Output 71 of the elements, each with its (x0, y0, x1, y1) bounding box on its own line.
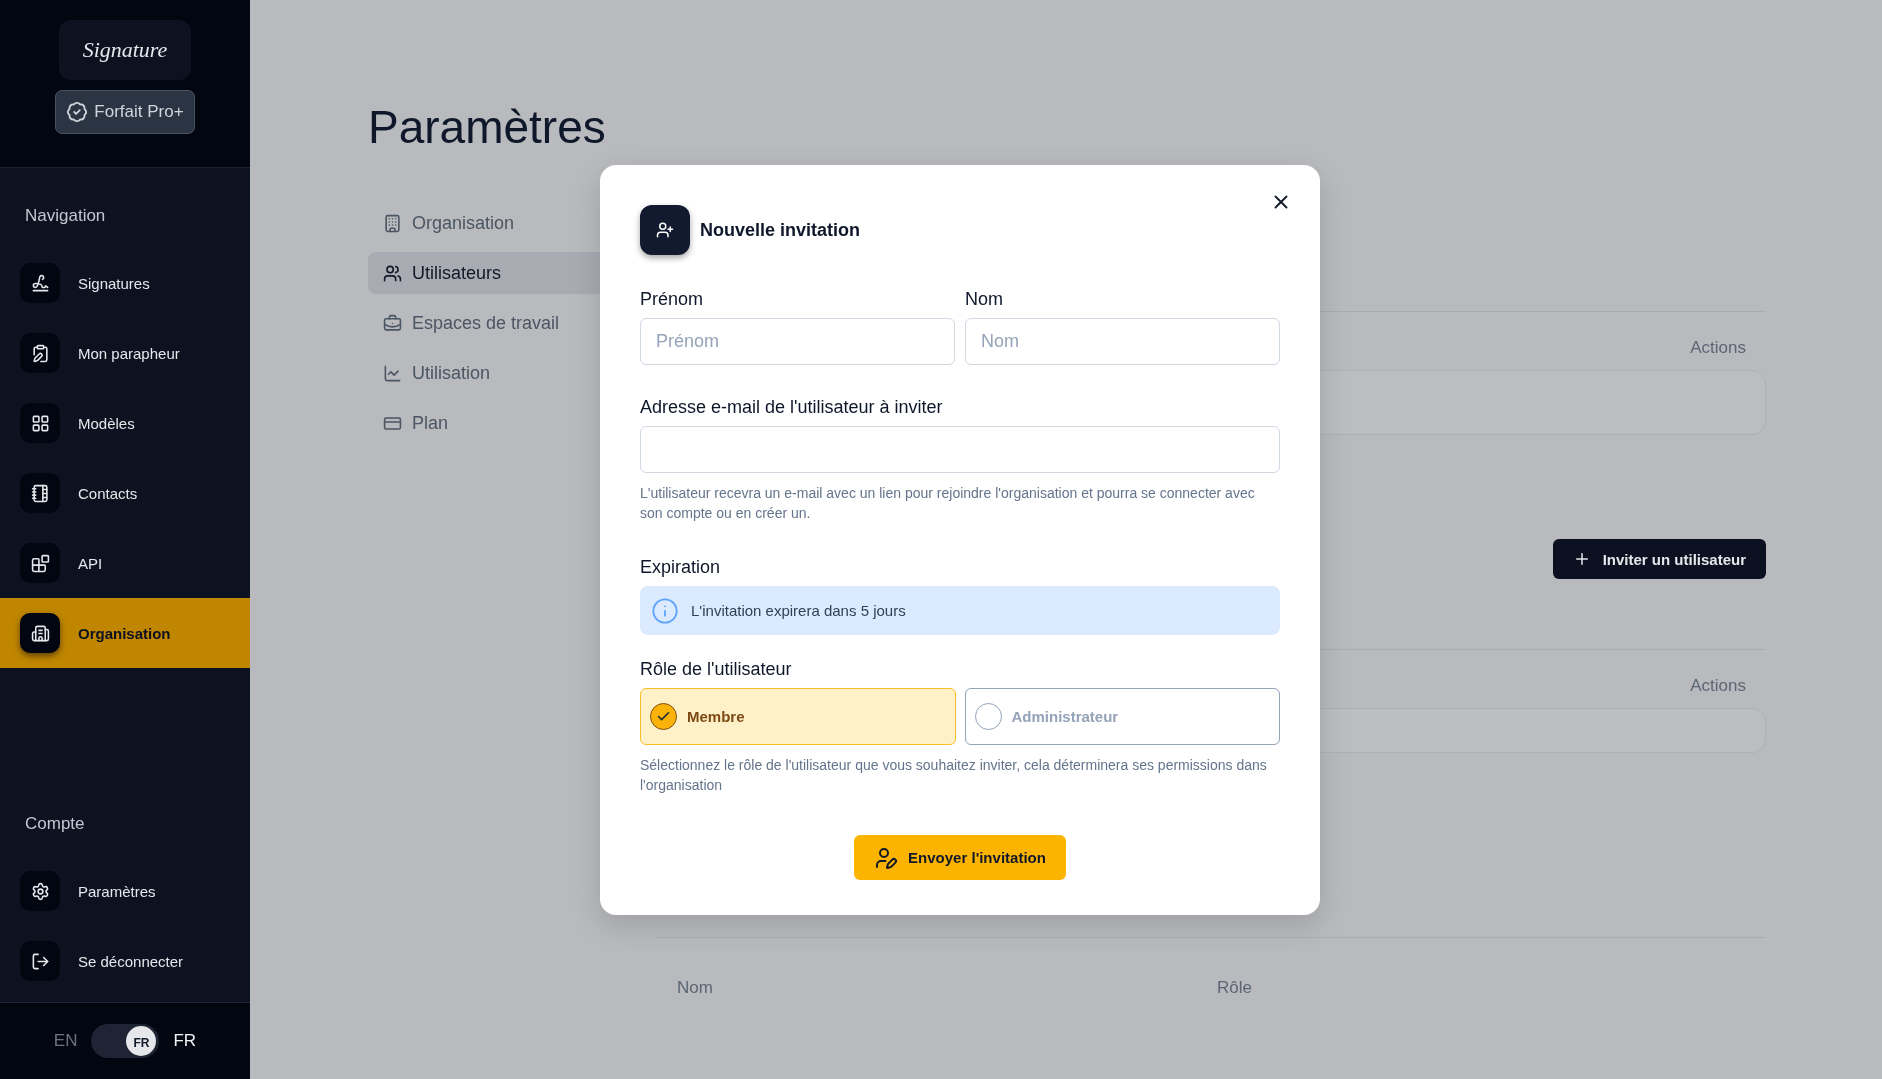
badge-check-icon (66, 101, 89, 123)
column-header: Actions (1690, 338, 1746, 358)
invite-user-button[interactable]: Inviter un utilisateur (1552, 539, 1766, 579)
sidebar-item-label: Contacts (78, 484, 138, 502)
info-text: L'invitation expirera dans 5 jours (691, 602, 906, 619)
sidebar-item[interactable]: Contacts (0, 458, 250, 528)
column-header: Nom (677, 978, 714, 998)
clipboard-pen-icon (30, 343, 50, 363)
sidebar-item-label: Organisation (78, 624, 171, 642)
sidebar-item[interactable]: Signatures (0, 248, 250, 318)
line-chart-icon (383, 363, 402, 383)
info-icon (651, 596, 679, 625)
settings-nav-item[interactable]: Organisation (368, 202, 608, 244)
settings-nav-item[interactable]: Plan (368, 402, 608, 444)
settings-nav-item[interactable]: Espaces de travail (368, 302, 608, 344)
settings-icon (30, 881, 50, 901)
building-icon (30, 623, 50, 643)
users-icon (383, 263, 402, 283)
notebook-icon (30, 483, 50, 503)
sidebar-item[interactable]: Se déconnecter (0, 926, 250, 996)
column-header: Rôle (1217, 978, 1253, 998)
sidebar-item[interactable]: Modèles (0, 388, 250, 458)
sidebar-item[interactable]: Mon parapheur (0, 318, 250, 388)
settings-nav-label: Organisation (412, 212, 515, 234)
settings-nav-label: Utilisation (412, 362, 491, 384)
plan-label: Forfait Pro+ (94, 102, 184, 122)
settings-nav-item[interactable]: Utilisation (368, 352, 608, 394)
sidebar-item-label: Signatures (78, 274, 150, 292)
logo: Signature (59, 20, 191, 80)
language-toggle[interactable]: FR (91, 1024, 160, 1058)
field-label: Adresse e-mail de l'utilisateur à inviter (640, 397, 944, 418)
send-invitation-button[interactable]: Envoyer l'invitation (854, 835, 1066, 880)
section-title: Compte (24, 814, 86, 834)
first-name-field[interactable]: Prénom (640, 318, 955, 365)
sidebar-item-label: Paramètres (78, 882, 156, 900)
role-option[interactable]: Membre (640, 688, 956, 745)
settings-nav-label: Utilisateurs (412, 262, 502, 284)
field-label: Nom (965, 289, 1004, 310)
toggle-knob: FR (126, 1026, 157, 1056)
sidebar-item-label: API (78, 554, 103, 572)
section-label: Rôle de l'utilisateur (640, 659, 793, 680)
section-title: Navigation (24, 206, 107, 226)
last-name-field[interactable]: Nom (965, 318, 1280, 365)
sidebar-item-label: Modèles (78, 414, 135, 432)
grid-icon (30, 413, 50, 433)
column-header: Actions (1690, 676, 1746, 696)
radio-icon (974, 703, 1002, 730)
radio-icon (650, 703, 677, 730)
user-plus-icon (640, 205, 690, 255)
language-label: FR (173, 1031, 197, 1051)
sidebar-item[interactable]: API (0, 528, 250, 598)
signature-icon (30, 273, 50, 293)
dialog-title: Nouvelle invitation (700, 219, 861, 241)
briefcase-icon (383, 313, 402, 333)
help-text: Sélectionnez le rôle de l'utilisateur que vous souhaitez inviter, cela déterminera ses permissions dans l'organisation (640, 756, 1268, 795)
sidebar-item-label: Mon parapheur (78, 344, 180, 362)
user-pen-icon (874, 845, 899, 870)
page-title: Paramètres (368, 100, 607, 154)
field-label: Prénom (640, 289, 705, 310)
blocks-icon (30, 553, 50, 573)
sidebar-item[interactable]: Organisation (0, 598, 250, 668)
section-label: Expiration (640, 557, 722, 578)
sidebar-item[interactable]: Paramètres (0, 856, 250, 926)
language-label: EN (53, 1031, 78, 1051)
email-field[interactable] (640, 426, 1280, 473)
sidebar-item-label: Se déconnecter (78, 952, 184, 970)
building-icon (383, 213, 402, 233)
logout-icon (30, 951, 50, 971)
help-text: L'utilisateur recevra un e-mail avec un lien pour rejoindre l'organisation et pourra se connecter avec son compte ou en créer un. (640, 484, 1256, 523)
settings-nav-label: Espaces de travail (412, 312, 560, 334)
settings-nav-label: Plan (412, 412, 449, 434)
